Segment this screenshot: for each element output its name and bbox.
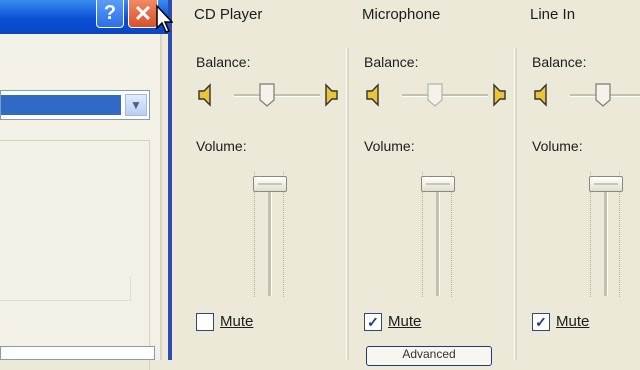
properties-dialog: ? ✕ ▼ xyxy=(0,0,168,370)
balance-track xyxy=(402,94,488,97)
dropdown-selected-value xyxy=(1,95,121,115)
help-button[interactable]: ? xyxy=(96,0,124,28)
volume-track xyxy=(268,178,272,296)
close-button[interactable]: ✕ xyxy=(128,0,158,28)
channel-microphone: Microphone Balance: Volume: ✓ Mute xyxy=(340,0,516,360)
balance-track xyxy=(234,94,320,97)
volume-slider[interactable] xyxy=(589,176,623,192)
balance-slider[interactable] xyxy=(594,82,612,108)
advanced-button[interactable]: Advanced xyxy=(366,346,492,366)
volume-slider[interactable] xyxy=(253,176,287,192)
chevron-down-icon[interactable]: ▼ xyxy=(125,94,147,116)
mute-label[interactable]: Mute xyxy=(556,313,589,330)
right-speaker-icon xyxy=(325,83,338,107)
group-frame-right xyxy=(149,140,150,370)
balance-label: Balance: xyxy=(532,54,587,70)
channel-title: Microphone xyxy=(362,6,441,23)
disabled-field xyxy=(0,276,131,301)
balance-label: Balance: xyxy=(364,54,419,70)
device-dropdown[interactable]: ▼ xyxy=(0,90,150,120)
dialog-panel: ▼ xyxy=(0,34,162,370)
volume-slider[interactable] xyxy=(421,176,455,192)
mute-checkbox[interactable] xyxy=(196,313,214,331)
channel-line-in: Line In Balance: Volume: ✓ Mute xyxy=(508,0,640,360)
volume-label: Volume: xyxy=(532,138,583,154)
channel-title: CD Player xyxy=(194,6,263,23)
channel-cd-player: CD Player Balance: Volume: Mute xyxy=(172,0,348,360)
bottom-field xyxy=(0,346,155,360)
mute-label[interactable]: Mute xyxy=(220,313,253,330)
left-speaker-icon xyxy=(534,83,547,107)
mute-label[interactable]: Mute xyxy=(388,313,421,330)
group-frame-top xyxy=(0,140,150,141)
mute-checkbox[interactable]: ✓ xyxy=(364,313,382,331)
mouse-cursor-icon xyxy=(156,4,173,33)
dialog-titlebar[interactable]: ? ✕ xyxy=(0,0,168,34)
volume-track xyxy=(436,178,440,296)
right-speaker-icon xyxy=(493,83,506,107)
mute-checkbox[interactable]: ✓ xyxy=(532,313,550,331)
balance-label: Balance: xyxy=(196,54,251,70)
left-speaker-icon xyxy=(198,83,211,107)
channel-title: Line In xyxy=(530,6,576,23)
balance-slider[interactable] xyxy=(258,82,276,108)
volume-track xyxy=(604,178,608,296)
volume-label: Volume: xyxy=(364,138,415,154)
left-speaker-icon xyxy=(366,83,379,107)
balance-slider[interactable] xyxy=(426,82,444,108)
volume-label: Volume: xyxy=(196,138,247,154)
